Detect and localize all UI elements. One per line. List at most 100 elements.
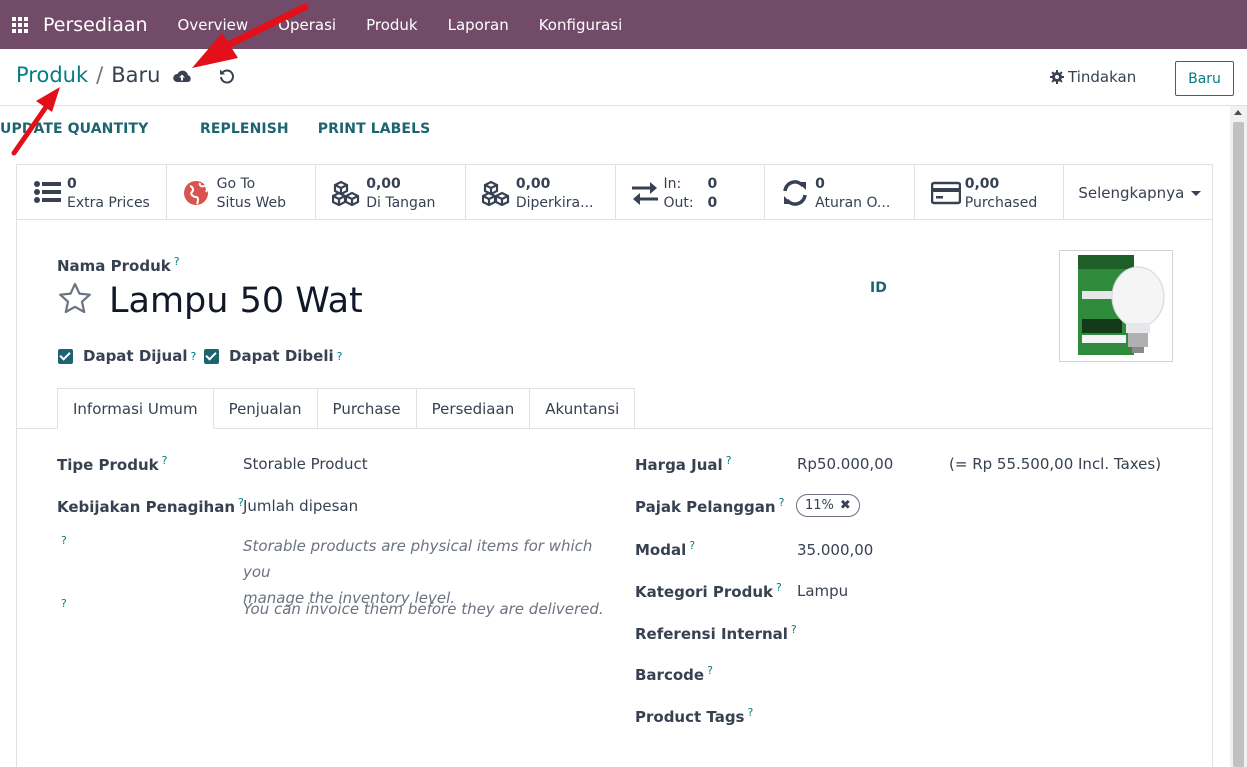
internal-reference-label-text: Referensi Internal — [635, 625, 788, 643]
top-navbar: Persediaan Overview Operasi Produk Lapor… — [0, 0, 1247, 49]
help-icon[interactable]: ? — [689, 539, 695, 552]
product-category-label: Kategori Produk? — [635, 581, 782, 601]
can-be-sold-label: Dapat Dijual — [83, 347, 188, 365]
checkbox-checked-icon[interactable] — [204, 348, 219, 364]
tab-persediaan[interactable]: Persediaan — [416, 388, 531, 429]
globe-icon — [183, 181, 208, 205]
can-be-sold-checkbox[interactable]: Dapat Dijual? — [58, 347, 196, 365]
breadcrumb-separator: / — [96, 63, 104, 87]
in-value: 0 — [707, 176, 718, 192]
help-icon[interactable]: ? — [61, 534, 67, 547]
help-icon[interactable]: ? — [707, 664, 713, 677]
list-icon — [34, 181, 61, 203]
product-category-value[interactable]: Lampu — [797, 582, 848, 600]
cubes-icon — [481, 180, 509, 206]
extra-prices-label: Extra Prices — [67, 195, 150, 211]
help-icon[interactable]: ? — [776, 581, 782, 594]
sales-price-label-text: Harga Jual — [635, 456, 723, 474]
extra-prices-button[interactable]: 0 Extra Prices — [17, 165, 167, 220]
smart-buttons: 0 Extra Prices Go To Situs Web 0,00 Di T… — [17, 165, 1212, 220]
cloud-upload-icon[interactable] — [172, 69, 192, 85]
more-label: Selengkapnya — [1078, 184, 1185, 202]
breadcrumb-produk[interactable]: Produk — [16, 63, 88, 87]
invoice-policy-label: Kebijakan Penagihan? — [57, 496, 244, 516]
forecast-value: 0,00 — [515, 176, 551, 192]
lamp-package-image — [1078, 255, 1165, 355]
cost-label: Modal? — [635, 539, 695, 559]
help-icon[interactable]: ? — [747, 706, 753, 719]
tab-akuntansi[interactable]: Akuntansi — [530, 388, 636, 429]
out-value: 0 — [707, 195, 718, 211]
cost-value[interactable]: 35.000,00 — [797, 541, 873, 559]
internal-reference-label: Referensi Internal? — [635, 623, 797, 643]
form-sheet: 0 Extra Prices Go To Situs Web 0,00 Di T… — [16, 164, 1213, 767]
remove-tag-icon[interactable]: ✖ — [840, 498, 851, 513]
apps-grid-icon[interactable] — [0, 0, 40, 49]
on-hand-button[interactable]: 0,00 Di Tangan — [316, 165, 466, 220]
actions-label: Tindakan — [1068, 68, 1137, 86]
barcode-label: Barcode? — [635, 664, 713, 684]
help-icon[interactable]: ? — [779, 496, 785, 509]
customer-taxes-label: Pajak Pelanggan? — [635, 496, 784, 516]
help-icon[interactable]: ? — [337, 350, 343, 363]
forecast-label: Diperkira... — [515, 195, 594, 211]
scroll-up-arrow[interactable] — [1234, 110, 1242, 115]
invoice-help-note: You can invoice them before they are del… — [243, 600, 604, 618]
menu-operasi[interactable]: Operasi — [263, 16, 351, 34]
tab-penjualan[interactable]: Penjualan — [213, 388, 318, 429]
print-labels-button[interactable]: PRINT LABELS — [318, 121, 431, 137]
product-type-value[interactable]: Storable Product — [243, 455, 368, 473]
menu-produk[interactable]: Produk — [351, 16, 433, 34]
product-tags-label-text: Product Tags — [635, 708, 745, 726]
help-icon[interactable]: ? — [191, 350, 197, 363]
tab-informasi-umum[interactable]: Informasi Umum — [57, 388, 214, 429]
sales-price-value[interactable]: Rp50.000,00 — [797, 455, 893, 473]
invoice-policy-value[interactable]: Jumlah dipesan — [243, 497, 358, 515]
purchased-value: 0,00 — [964, 176, 1000, 192]
credit-card-icon — [930, 181, 961, 205]
checkbox-checked-icon[interactable] — [58, 348, 73, 364]
update-quantity-button[interactable]: UPDATE QUANTITY — [0, 121, 172, 137]
product-name[interactable]: Lampu 50 Wat — [109, 281, 363, 321]
breadcrumb-current: Baru — [111, 63, 161, 87]
menu-laporan[interactable]: Laporan — [433, 16, 524, 34]
tab-purchase[interactable]: Purchase — [317, 388, 417, 429]
in-out-button[interactable]: In: 0 Out: 0 — [616, 165, 766, 220]
replenish-button[interactable]: REPLENISH — [200, 121, 289, 137]
scrollbar-thumb[interactable] — [1233, 122, 1244, 767]
id-label: ID — [870, 280, 887, 296]
purchased-button[interactable]: 0,00 Purchased — [915, 165, 1065, 220]
sales-price-label: Harga Jual? — [635, 454, 732, 474]
star-icon[interactable] — [57, 281, 93, 317]
help-icon[interactable]: ? — [162, 454, 168, 467]
gear-icon — [1050, 70, 1064, 84]
price-incl-taxes: (= Rp 55.500,00 Incl. Taxes) — [949, 455, 1162, 473]
menu-overview[interactable]: Overview — [163, 16, 264, 34]
website-line1: Go To — [216, 176, 256, 192]
refresh-icon — [783, 180, 807, 206]
cost-label-text: Modal — [635, 541, 687, 559]
more-button[interactable]: Selengkapnya — [1064, 165, 1212, 220]
website-button[interactable]: Go To Situs Web — [167, 165, 317, 220]
help-icon[interactable]: ? — [174, 255, 180, 268]
on-hand-value: 0,00 — [366, 176, 401, 192]
help-icon[interactable]: ? — [61, 597, 67, 610]
menu-konfigurasi[interactable]: Konfigurasi — [524, 16, 638, 34]
product-name-label: Nama Produk? — [57, 255, 180, 275]
app-name[interactable]: Persediaan — [43, 14, 148, 36]
tax-tag[interactable]: 11% ✖ — [796, 494, 860, 517]
forecast-button[interactable]: 0,00 Diperkira... — [466, 165, 616, 220]
can-be-purchased-label: Dapat Dibeli — [229, 347, 334, 365]
help-icon[interactable]: ? — [726, 454, 732, 467]
undo-icon[interactable] — [218, 67, 236, 85]
product-category-label-text: Kategori Produk — [635, 583, 773, 601]
reorder-rules-button[interactable]: 0 Aturan O... — [765, 165, 915, 220]
extra-prices-value: 0 — [67, 176, 77, 192]
rules-label: Aturan O... — [815, 195, 891, 211]
actions-menu[interactable]: Tindakan — [1050, 68, 1136, 86]
can-be-purchased-checkbox[interactable]: Dapat Dibeli? — [204, 347, 342, 365]
help-icon[interactable]: ? — [791, 623, 797, 636]
caret-down-icon — [1191, 190, 1202, 196]
new-button[interactable]: Baru — [1175, 61, 1234, 96]
product-image[interactable] — [1059, 250, 1173, 362]
